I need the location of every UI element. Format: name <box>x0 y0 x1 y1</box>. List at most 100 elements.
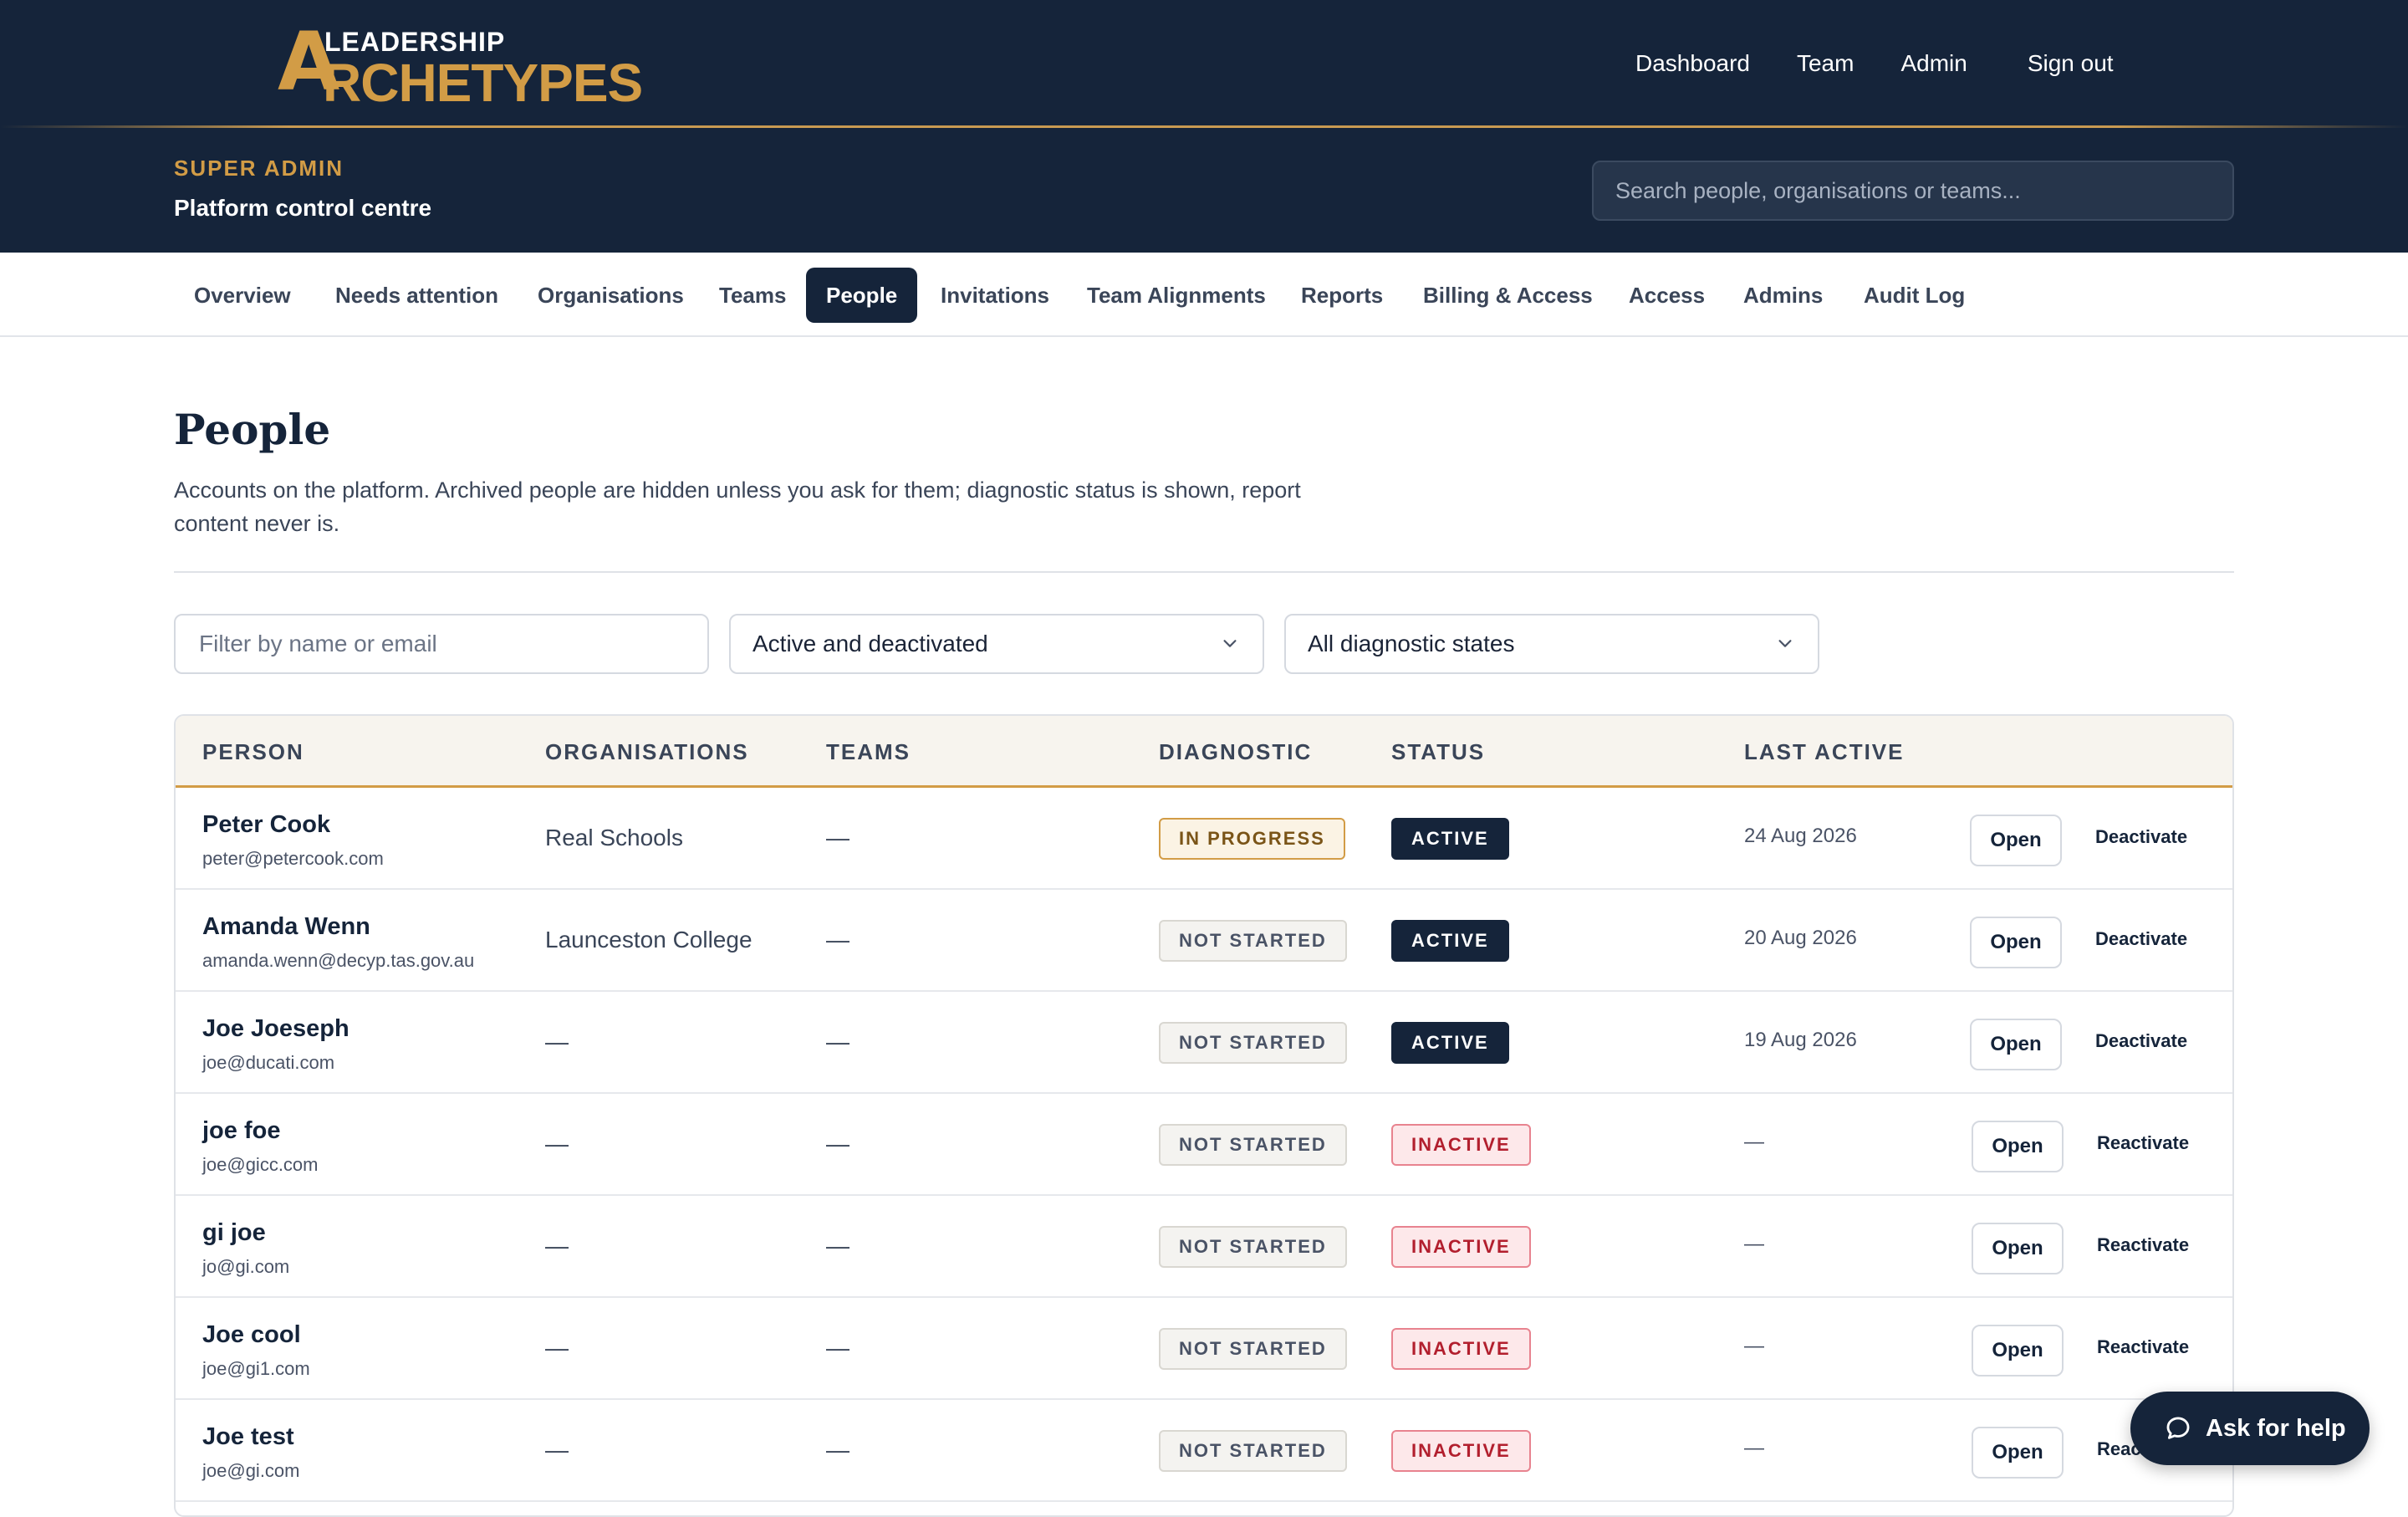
last-active-date: 24 Aug 2026 <box>1744 825 1857 847</box>
person-name: Joe test <box>202 1423 294 1450</box>
table-row: Amanda Wenn amanda.wenn@decyp.tas.gov.au… <box>176 890 2232 992</box>
person-organisations: — <box>545 1233 569 1259</box>
open-button[interactable]: Open <box>1970 815 2062 866</box>
tab-teams[interactable]: Teams <box>699 268 806 323</box>
last-active-date: — <box>1744 1131 1764 1153</box>
person-name: Peter Cook <box>202 811 331 838</box>
person-email: joe@gi.com <box>202 1460 300 1481</box>
person-teams: — <box>826 1131 849 1157</box>
deactivate-button[interactable]: Deactivate <box>2095 928 2187 950</box>
chevron-down-icon <box>1223 640 1237 647</box>
header-divider <box>0 125 2408 128</box>
last-active-date: — <box>1744 1335 1764 1357</box>
last-active-date: 19 Aug 2026 <box>1744 1029 1857 1051</box>
status-badge: ACTIVE <box>1391 920 1509 962</box>
status-badge: ACTIVE <box>1391 1022 1509 1064</box>
tab-invitations[interactable]: Invitations <box>921 268 1069 323</box>
tab-admins[interactable]: Admins <box>1723 268 1843 323</box>
tab-team-alignments[interactable]: Team Alignments <box>1067 268 1286 323</box>
status-badge: INACTIVE <box>1391 1226 1531 1268</box>
table-row: Joe cool joe@gi1.com — — NOT STARTED INA… <box>176 1298 2232 1400</box>
status-filter-select[interactable]: Active and deactivated <box>729 614 1264 674</box>
person-name: gi joe <box>202 1219 266 1246</box>
last-active-date: — <box>1744 1437 1764 1459</box>
diagnostic-filter-value: All diagnostic states <box>1308 631 1515 656</box>
open-button[interactable]: Open <box>1972 1427 2064 1479</box>
tab-people[interactable]: People <box>806 268 918 323</box>
name-filter <box>174 614 709 674</box>
tab-access[interactable]: Access <box>1609 268 1725 323</box>
person-email: jo@gi.com <box>202 1256 290 1277</box>
global-search-input[interactable] <box>1592 161 2234 221</box>
top-nav: Dashboard Team Admin Sign out <box>1635 47 2114 80</box>
tab-audit-log[interactable]: Audit Log <box>1844 268 1985 323</box>
status-filter-value: Active and deactivated <box>752 631 988 656</box>
person-email: joe@ducati.com <box>202 1052 335 1073</box>
tab-overview[interactable]: Overview <box>174 268 311 323</box>
ask-for-help-button[interactable]: Ask for help <box>2130 1392 2370 1465</box>
admin-tabs: Overview Needs attention Organisations T… <box>0 253 2408 337</box>
nav-team[interactable]: Team <box>1797 50 1854 77</box>
top-header: LEADERSHIP A RCHETYPES Dashboard Team Ad… <box>0 0 2408 253</box>
last-active-date: — <box>1744 1233 1764 1255</box>
person-organisations: — <box>545 1437 569 1463</box>
diagnostic-badge: NOT STARTED <box>1159 1022 1347 1064</box>
diagnostic-badge: NOT STARTED <box>1159 1430 1347 1472</box>
role-label: SUPER ADMIN <box>174 156 344 181</box>
person-name: Joe Joeseph <box>202 1015 349 1042</box>
diagnostic-filter-select[interactable]: All diagnostic states <box>1284 614 1819 674</box>
deactivate-button[interactable]: Deactivate <box>2095 1030 2187 1052</box>
person-name: Joe cool <box>202 1321 301 1348</box>
status-badge: INACTIVE <box>1391 1430 1531 1472</box>
column-header-diagnostic: DIAGNOSTIC <box>1159 739 1313 764</box>
brand-logo-line2: RCHETYPES <box>323 53 643 113</box>
tab-reports[interactable]: Reports <box>1281 268 1403 323</box>
person-organisations: Real Schools <box>545 825 683 850</box>
tab-billing-access[interactable]: Billing & Access <box>1403 268 1613 323</box>
person-name: Amanda Wenn <box>202 913 370 940</box>
table-row: Peter Cook peter@petercook.com Real Scho… <box>176 788 2232 890</box>
diagnostic-badge: NOT STARTED <box>1159 1328 1347 1370</box>
open-button[interactable]: Open <box>1970 917 2062 968</box>
person-email: amanda.wenn@decyp.tas.gov.au <box>202 950 475 971</box>
chevron-down-icon <box>1778 640 1792 647</box>
nav-dashboard[interactable]: Dashboard <box>1635 50 1750 77</box>
person-email: peter@petercook.com <box>202 848 384 869</box>
table-row: gi joe jo@gi.com — — NOT STARTED INACTIV… <box>176 1196 2232 1298</box>
column-header-person: PERSON <box>202 739 304 764</box>
tab-organisations[interactable]: Organisations <box>518 268 704 323</box>
reactivate-button[interactable]: Reactivate <box>2097 1336 2189 1358</box>
person-teams: — <box>826 1029 849 1055</box>
person-organisations: — <box>545 1131 569 1157</box>
open-button[interactable]: Open <box>1972 1325 2064 1377</box>
open-button[interactable]: Open <box>1972 1121 2064 1172</box>
person-teams: — <box>826 825 849 850</box>
page-description: Accounts on the platform. Archived peopl… <box>174 478 1301 536</box>
brand-logo[interactable]: LEADERSHIP A RCHETYPES <box>278 20 643 112</box>
person-organisations: Launceston College <box>545 927 752 953</box>
diagnostic-badge: NOT STARTED <box>1159 1226 1347 1268</box>
reactivate-button[interactable]: Reactivate <box>2097 1132 2189 1154</box>
chat-bubble-icon <box>2166 1417 2190 1439</box>
table-row: joe foe joe@gicc.com — — NOT STARTED INA… <box>176 1094 2232 1196</box>
tab-needs-attention[interactable]: Needs attention <box>315 268 518 323</box>
person-organisations: — <box>545 1029 569 1055</box>
nav-admin[interactable]: Admin <box>1900 50 1967 77</box>
open-button[interactable]: Open <box>1970 1019 2062 1070</box>
column-header-last-active: LAST ACTIVE <box>1744 739 1905 764</box>
deactivate-button[interactable]: Deactivate <box>2095 826 2187 848</box>
person-email: joe@gi1.com <box>202 1358 310 1379</box>
open-button[interactable]: Open <box>1972 1223 2064 1274</box>
table-row: Joe test joe@gi.com — — NOT STARTED INAC… <box>176 1400 2232 1502</box>
diagnostic-badge: NOT STARTED <box>1159 1124 1347 1166</box>
person-teams: — <box>826 927 849 953</box>
reactivate-button[interactable]: Reactivate <box>2097 1234 2189 1256</box>
people-table: PERSON ORGANISATIONS TEAMS DIAGNOSTIC ST… <box>174 714 2234 1517</box>
table-header: PERSON ORGANISATIONS TEAMS DIAGNOSTIC ST… <box>176 716 2232 788</box>
person-teams: — <box>826 1437 849 1463</box>
diagnostic-badge: IN PROGRESS <box>1159 818 1345 860</box>
column-header-organisations: ORGANISATIONS <box>545 739 749 764</box>
sign-out-link[interactable]: Sign out <box>2028 50 2114 77</box>
person-name: joe foe <box>202 1117 281 1144</box>
name-filter-input[interactable] <box>197 630 686 658</box>
